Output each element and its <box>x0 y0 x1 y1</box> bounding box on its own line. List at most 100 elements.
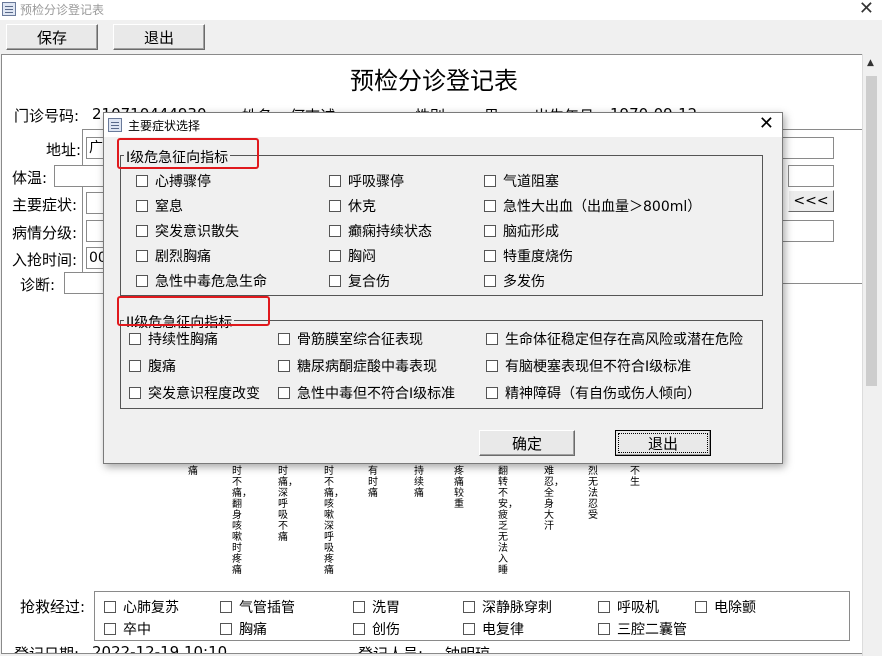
checkbox-box[interactable] <box>136 275 148 287</box>
checkbox-box[interactable] <box>695 601 707 613</box>
checkbox-box[interactable] <box>136 200 148 212</box>
save-button[interactable]: 保存 <box>6 24 98 50</box>
symptom-checkbox[interactable]: 胸闷 <box>329 246 376 266</box>
checkbox-box[interactable] <box>129 387 141 399</box>
symptom-checkbox[interactable]: 精神障碍（有自伤或伤人倾向） <box>486 383 701 403</box>
severity-extra-input[interactable] <box>782 220 834 242</box>
symptom-checkbox[interactable]: 急性中毒危急生命 <box>136 271 267 291</box>
checkbox-box[interactable] <box>129 360 141 372</box>
rescue-checkbox[interactable]: 洗胃 <box>353 597 400 617</box>
scrollbar-thumb[interactable] <box>866 76 877 386</box>
checkbox-box[interactable] <box>598 601 610 613</box>
symptom-checkbox[interactable]: 骨筋膜室综合征表现 <box>278 329 423 349</box>
checkbox-box[interactable] <box>104 623 116 635</box>
temperature-label: 体温: <box>12 169 48 187</box>
diagnosis-input[interactable] <box>64 272 106 294</box>
checkbox-box[interactable] <box>598 623 610 635</box>
register-date-label: 登记日期: <box>14 645 80 654</box>
symptom-checkbox[interactable]: 呼吸骤停 <box>329 171 404 191</box>
form-vertical-scrollbar[interactable]: ▲ <box>862 54 880 656</box>
checkbox-box[interactable] <box>486 360 498 372</box>
symptom-label: 主要症状: <box>12 196 78 214</box>
checkbox-box[interactable] <box>329 250 341 262</box>
dialog-close-icon[interactable]: ✕ <box>759 113 774 134</box>
checkbox-box[interactable] <box>136 175 148 187</box>
checkbox-box[interactable] <box>278 333 290 345</box>
symptom-checkbox[interactable]: 糖尿病酮症酸中毒表现 <box>278 356 437 376</box>
checkbox-box[interactable] <box>220 623 232 635</box>
register-person-value: 钟明琼 <box>445 645 491 654</box>
dialog-titlebar: 主要症状选择 ✕ <box>104 113 782 137</box>
expand-symptoms-button[interactable]: <<< <box>788 190 834 212</box>
symptom-checkbox[interactable]: 多发伤 <box>484 271 545 291</box>
checkbox-box[interactable] <box>329 225 341 237</box>
symptom-checkbox[interactable]: 腹痛 <box>129 356 176 376</box>
confirm-button[interactable]: 确定 <box>479 430 575 456</box>
vital-extra-input[interactable] <box>788 165 834 187</box>
rescue-checkbox[interactable]: 电除颤 <box>695 597 756 617</box>
checkbox-box[interactable] <box>136 250 148 262</box>
dialog-exit-button[interactable]: 退出 <box>615 430 711 456</box>
pain-scale-text: 痛难忍，全身大汗 <box>544 455 564 532</box>
symptom-checkbox[interactable]: 生命体征稳定但存在高风险或潜在危险 <box>486 329 743 349</box>
symptom-checkbox[interactable]: 突发意识散失 <box>136 221 239 241</box>
clinic-no-label: 门诊号码: <box>14 107 80 125</box>
pain-scale-text: 卧时不痛，翻身咳嗽时疼痛 <box>232 455 252 576</box>
symptom-checkbox[interactable]: 脑疝形成 <box>484 221 559 241</box>
rescue-checkbox[interactable]: 胸痛 <box>220 619 267 639</box>
checkbox-box[interactable] <box>463 623 475 635</box>
dialog-title: 主要症状选择 <box>128 119 201 133</box>
checkbox-box[interactable] <box>129 333 141 345</box>
symptom-checkbox[interactable]: 气道阻塞 <box>484 171 559 191</box>
window-title: 预检分诊登记表 <box>20 3 105 17</box>
symptom-checkbox[interactable]: 复合伤 <box>329 271 390 291</box>
checkbox-box[interactable] <box>484 200 496 212</box>
checkbox-box[interactable] <box>353 601 365 613</box>
checkbox-box[interactable] <box>136 225 148 237</box>
pain-scale-text: 重翻转不安，疲乏无法入睡 <box>498 455 518 576</box>
rescue-checkbox[interactable]: 三腔二囊管 <box>598 619 687 639</box>
checkbox-box[interactable] <box>220 601 232 613</box>
checkbox-box[interactable] <box>353 623 365 635</box>
symptom-checkbox[interactable]: 剧烈胸痛 <box>136 246 211 266</box>
rescue-checkbox[interactable]: 心肺复苏 <box>104 597 179 617</box>
checkbox-box[interactable] <box>484 175 496 187</box>
checkbox-box[interactable] <box>486 333 498 345</box>
symptom-checkbox[interactable]: 有脑梗塞表现但不符合Ⅰ级标准 <box>486 356 691 376</box>
symptom-checkbox[interactable]: 心搏骤停 <box>136 171 211 191</box>
address-label: 地址: <box>46 141 82 159</box>
rescue-checkbox[interactable]: 呼吸机 <box>598 597 659 617</box>
register-date-value: 2022-12-19 10:10 <box>92 643 228 654</box>
symptom-checkbox[interactable]: 休克 <box>329 196 376 216</box>
symptom-checkbox[interactable]: 突发意识程度改变 <box>129 383 260 403</box>
form-title: 预检分诊登记表 <box>350 67 518 95</box>
scroll-up-icon[interactable]: ▲ <box>867 58 874 68</box>
checkbox-box[interactable] <box>104 601 116 613</box>
window-titlebar: 预检分诊登记表 ✕ <box>0 0 882 20</box>
rescue-checkbox[interactable]: 气管插管 <box>220 597 295 617</box>
rescue-checkbox[interactable]: 深静脉穿刺 <box>463 597 552 617</box>
highlight-box <box>117 138 259 169</box>
checkbox-box[interactable] <box>486 387 498 399</box>
checkbox-box[interactable] <box>484 225 496 237</box>
checkbox-box[interactable] <box>278 387 290 399</box>
checkbox-box[interactable] <box>329 200 341 212</box>
dialog-form-icon <box>108 118 122 132</box>
rescue-checkbox[interactable]: 电复律 <box>463 619 524 639</box>
checkbox-box[interactable] <box>329 275 341 287</box>
symptom-checkbox[interactable]: 癫痫持续状态 <box>329 221 432 241</box>
rescue-checkbox[interactable]: 卒中 <box>104 619 151 639</box>
checkbox-box[interactable] <box>329 175 341 187</box>
exit-button[interactable]: 退出 <box>113 24 205 50</box>
rescue-checkbox[interactable]: 创伤 <box>353 619 400 639</box>
checkbox-box[interactable] <box>484 275 496 287</box>
symptom-checkbox[interactable]: 持续性胸痛 <box>129 329 218 349</box>
symptom-checkbox[interactable]: 急性大出血（出血量＞800ml） <box>484 196 701 216</box>
symptom-checkbox[interactable]: 急性中毒但不符合Ⅰ级标准 <box>278 383 455 403</box>
checkbox-box[interactable] <box>463 601 475 613</box>
checkbox-box[interactable] <box>278 360 290 372</box>
checkbox-box[interactable] <box>484 250 496 262</box>
window-close-icon[interactable]: ✕ <box>859 0 874 19</box>
symptom-checkbox[interactable]: 特重度烧伤 <box>484 246 573 266</box>
symptom-checkbox[interactable]: 窒息 <box>136 196 183 216</box>
